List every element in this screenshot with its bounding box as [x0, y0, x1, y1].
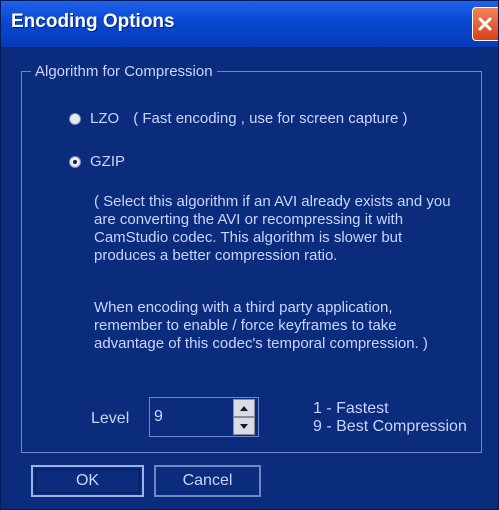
gzip-desc-line-3: CamStudio codec. This algorithm is slowe…	[94, 229, 403, 246]
ok-button[interactable]: OK	[31, 465, 144, 497]
third-party-line-1: When encoding with a third party applica…	[94, 299, 393, 316]
group-label: Algorithm for Compression	[31, 63, 217, 80]
gzip-option[interactable]: GZIP	[69, 153, 125, 170]
title-bar[interactable]: Encoding Options	[1, 1, 498, 48]
gzip-radio[interactable]	[69, 155, 81, 168]
window-title: Encoding Options	[11, 11, 175, 32]
level-spinner[interactable]	[233, 399, 255, 435]
spin-down-button[interactable]	[233, 417, 255, 435]
lzo-note: ( Fast encoding , use for screen capture…	[133, 110, 408, 127]
gzip-desc-line-1: ( Select this algorithm if an AVI alread…	[94, 193, 451, 210]
level-label: Level	[91, 410, 130, 427]
gzip-desc-line-4: produces a better compression ratio.	[94, 247, 338, 264]
encoding-options-window: Encoding Options Algorithm for Compressi…	[0, 0, 499, 510]
legend-fastest: 1 - Fastest	[313, 400, 389, 417]
close-button[interactable]	[472, 7, 498, 41]
down-arrow-icon	[240, 423, 248, 429]
third-party-note: When encoding with a third party applica…	[94, 299, 428, 353]
spin-up-button[interactable]	[233, 399, 255, 417]
lzo-radio[interactable]	[69, 112, 81, 125]
ok-label: OK	[75, 472, 100, 489]
close-icon	[478, 17, 492, 31]
level-legend: 1 - Fastest 9 - Best Compression	[313, 400, 467, 436]
gzip-desc-line-2: are converting the AVI or recompressing …	[94, 211, 404, 228]
lzo-option[interactable]: LZO ( Fast encoding , use for screen cap…	[69, 110, 408, 127]
lzo-label: LZO	[90, 110, 120, 127]
legend-best: 9 - Best Compression	[313, 418, 467, 435]
third-party-line-3: advantage of this codec's temporal compr…	[94, 335, 428, 352]
cancel-button[interactable]: Cancel	[154, 465, 261, 497]
cancel-label: Cancel	[182, 472, 233, 489]
gzip-label: GZIP	[90, 153, 126, 170]
up-arrow-icon	[240, 405, 248, 411]
gzip-description: ( Select this algorithm if an AVI alread…	[94, 193, 451, 265]
third-party-line-2: remember to enable / force keyframes to …	[94, 317, 397, 334]
